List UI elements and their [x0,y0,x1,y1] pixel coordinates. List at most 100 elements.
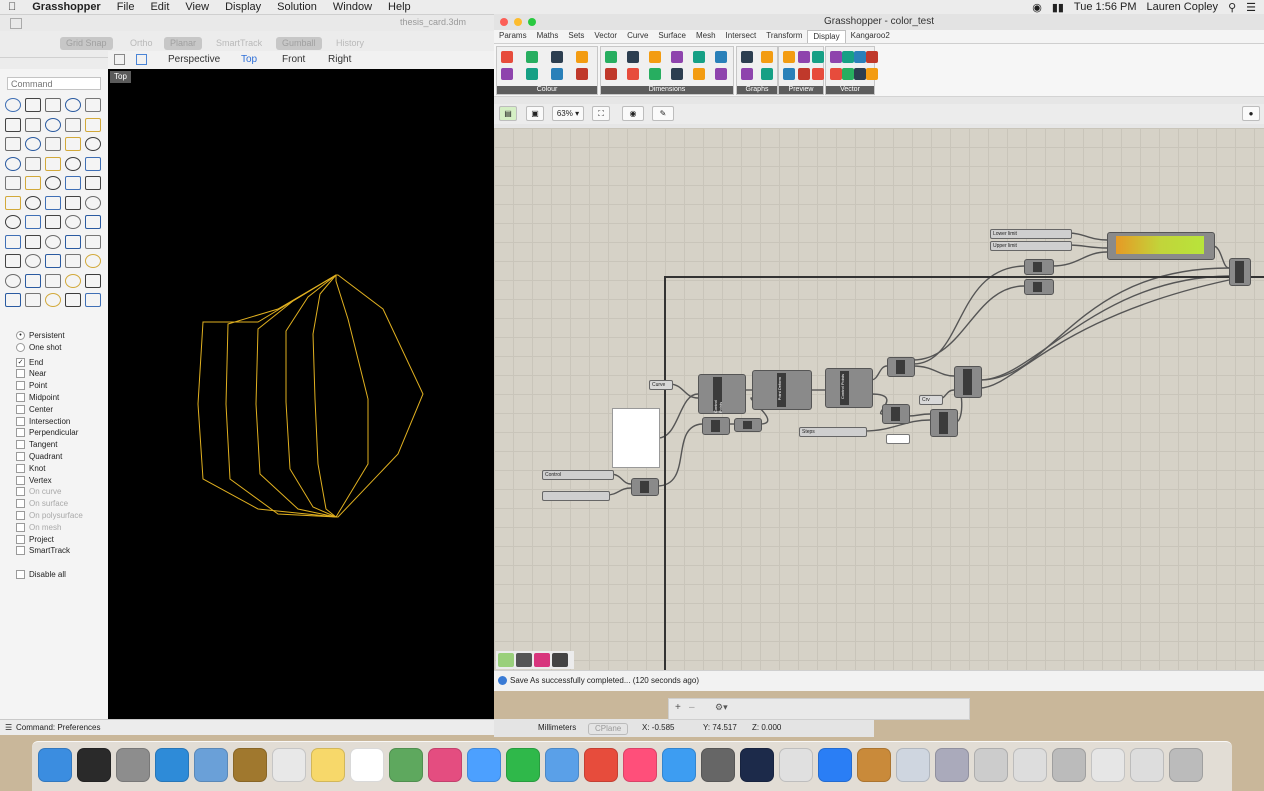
osnap-midpoint[interactable]: Midpoint [16,393,59,402]
dock-maps-icon[interactable] [389,748,423,782]
component-icon[interactable] [783,68,795,80]
lower-limit-slider[interactable]: Lower limit [990,229,1072,239]
rhino-tool-icon[interactable] [5,117,21,132]
checkbox[interactable] [16,522,25,532]
component-icon[interactable] [501,51,513,63]
checkbox[interactable] [16,428,25,438]
checkbox[interactable] [16,534,25,544]
point-deform-node[interactable]: Point Deform [752,370,812,410]
ortho-toggle[interactable]: Ortho [124,37,159,50]
tab-front[interactable]: Front [282,54,305,65]
rhino-tool-icon[interactable] [85,195,101,210]
preview-node[interactable] [1229,258,1251,286]
radio-button[interactable] [16,342,25,352]
checkbox[interactable] [16,499,25,509]
checkbox[interactable] [16,475,25,485]
gh-tab-intersect[interactable]: Intersect [721,30,762,43]
component-icon[interactable] [842,68,854,80]
checkbox[interactable]: ✓ [16,357,25,367]
dock-notes-book-icon[interactable] [233,748,267,782]
single-view-icon[interactable] [136,54,147,65]
dock-trash-icon[interactable] [1169,748,1203,782]
settings-icon[interactable] [552,653,568,667]
osnap-knot[interactable]: Knot [16,463,45,473]
gradient-node[interactable] [1107,232,1215,260]
smarttrack-toggle[interactable]: SmartTrack [210,37,268,50]
control-points-node-2[interactable]: Control Points [825,368,873,408]
dock-keynote-icon[interactable] [545,748,579,782]
component-icon[interactable] [627,68,639,80]
app-menu[interactable]: Grasshopper [24,1,108,13]
rhino-tool-icon[interactable] [5,98,21,112]
component-icon[interactable] [576,68,588,80]
menu-list-icon[interactable]: ☰ [1246,1,1256,14]
add-icon[interactable]: + [675,702,681,713]
minimize-button[interactable] [514,18,522,26]
tab-right[interactable]: Right [328,54,351,65]
rhino-tool-icon[interactable] [65,234,81,249]
component-icon[interactable] [761,68,773,80]
rhino-tool-icon[interactable] [65,137,81,151]
close-button[interactable] [500,18,508,26]
dock-music-icon[interactable] [623,748,657,782]
grid-snap-toggle[interactable]: Grid Snap [60,37,113,50]
units[interactable]: Millimeters [538,719,576,737]
rhino-tool-icon[interactable] [85,176,101,190]
gear-icon[interactable]: ⚙▾ [715,702,728,713]
component-icon[interactable] [551,68,563,80]
dock-news-icon[interactable] [584,748,618,782]
component-icon[interactable] [605,68,617,80]
rhino-tool-icon[interactable] [85,293,101,307]
checkbox[interactable] [16,546,25,556]
gh-tab-display[interactable]: Display [807,30,846,43]
menu-file[interactable]: File [109,1,143,13]
rhino-tool-icon[interactable] [25,98,41,112]
gh-tab-kangaroo2[interactable]: Kangaroo2 [846,30,895,43]
battery-icon[interactable]: ▮▮ [1052,1,1064,14]
component-icon[interactable] [797,51,810,63]
len-node[interactable] [702,417,730,435]
checkbox[interactable] [16,570,25,580]
dock-launchpad-icon[interactable] [116,748,150,782]
component-icon[interactable] [649,51,661,63]
dock-app-store-icon[interactable] [662,748,696,782]
tween-curve[interactable] [336,274,424,518]
rhino-tool-icon[interactable] [65,195,81,210]
component-icon[interactable] [649,68,661,80]
rhino-tool-icon[interactable] [45,215,61,229]
gh-tab-vector[interactable]: Vector [589,30,622,43]
rhino-tool-icon[interactable] [65,98,81,112]
dock-zoom-icon[interactable] [818,748,852,782]
menu-edit[interactable]: Edit [142,1,177,13]
user-name[interactable]: Lauren Copley [1147,1,1219,13]
rhino-tool-icon[interactable] [5,234,21,249]
component-icon[interactable] [866,68,878,80]
dock-facetime-icon[interactable] [506,748,540,782]
dock-file-icon[interactable] [935,748,969,782]
component-icon[interactable] [605,51,617,63]
rhino-tool-icon[interactable] [45,137,61,151]
dock-messages-icon[interactable] [467,748,501,782]
rhino-tool-icon[interactable] [25,254,41,268]
rhino-tool-icon[interactable] [65,293,81,307]
rhino-tool-icon[interactable] [5,273,21,288]
number-slider[interactable] [542,491,610,501]
rhino-tool-icon[interactable] [5,137,21,151]
viewport-label[interactable]: Top [110,71,131,83]
rhino-tool-icon[interactable] [65,215,81,229]
list-item-node-2[interactable] [1024,279,1054,295]
crv-param[interactable]: Crv [919,395,943,405]
component-icon[interactable] [812,68,825,80]
osnap-end[interactable]: ✓ End [16,357,43,367]
checkbox[interactable] [16,452,25,461]
rhino-tool-icon[interactable] [5,254,21,268]
dock-preview-icon[interactable] [194,748,228,782]
osnap-center[interactable]: Center [16,404,53,414]
rhino-tool-icon[interactable] [45,176,61,190]
top-viewport[interactable] [108,69,494,719]
rhino-tool-icon[interactable] [25,117,41,132]
tween-crv-node[interactable] [954,366,982,398]
plugin-icon[interactable] [534,653,550,667]
planar-toggle[interactable]: Planar [164,37,203,50]
osnap-on-surface[interactable]: On surface [16,499,68,509]
